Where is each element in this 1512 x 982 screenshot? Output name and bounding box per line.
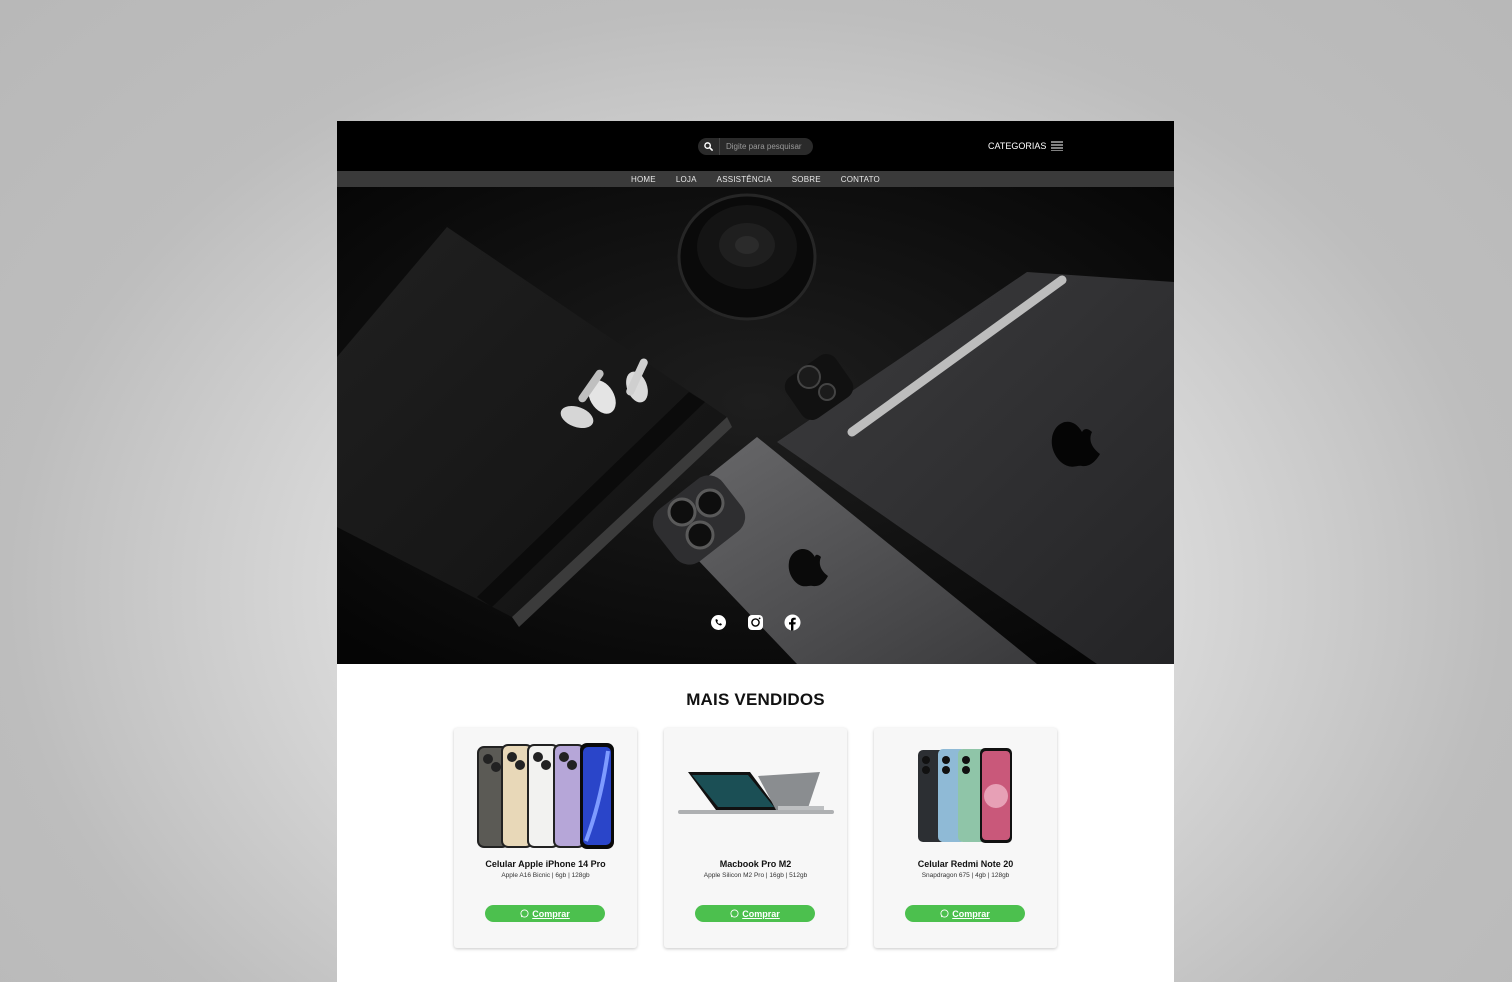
instagram-link[interactable]: [747, 614, 764, 631]
search-bar[interactable]: [698, 138, 813, 155]
header: CATEGORIAS: [337, 121, 1174, 171]
instagram-icon: [748, 615, 763, 630]
buy-button[interactable]: Comprar: [485, 905, 605, 922]
main-nav: HOME LOJA ASSISTÊNCIA SOBRE CONTATO: [337, 171, 1174, 187]
nav-assistencia[interactable]: ASSISTÊNCIA: [717, 175, 772, 184]
whatsapp-icon: [730, 909, 739, 918]
website-frame: CATEGORIAS HOME LOJA ASSISTÊNCIA SOBRE C…: [337, 121, 1174, 982]
buy-button-label: Comprar: [742, 908, 780, 919]
facebook-icon: [784, 614, 801, 631]
product-name: Macbook Pro M2: [719, 859, 792, 869]
hero-image: [337, 187, 1174, 664]
best-sellers-title: MAIS VENDIDOS: [686, 690, 825, 709]
whatsapp-icon: [940, 909, 949, 918]
product-image-redmi: [874, 738, 1057, 853]
search-input[interactable]: [720, 142, 808, 151]
hero-banner: [337, 187, 1174, 664]
product-name: Celular Apple iPhone 14 Pro: [485, 859, 606, 869]
product-image-iphone: [454, 738, 637, 853]
whatsapp-link[interactable]: [710, 614, 727, 631]
facebook-link[interactable]: [784, 614, 801, 631]
product-list: Celular Apple iPhone 14 Pro Apple A16 Bi…: [454, 728, 1057, 948]
whatsapp-icon: [711, 615, 726, 630]
product-spec: Snapdragon 675 | 4gb | 128gb: [921, 872, 1010, 879]
social-links: [710, 614, 801, 631]
whatsapp-icon: [520, 909, 529, 918]
categories-label: CATEGORIAS: [988, 141, 1047, 151]
buy-button-label: Comprar: [532, 908, 570, 919]
buy-button[interactable]: Comprar: [695, 905, 815, 922]
nav-home[interactable]: HOME: [631, 175, 656, 184]
product-card: Celular Redmi Note 20 Snapdragon 675 | 4…: [874, 728, 1057, 948]
search-icon: [704, 142, 713, 151]
hamburger-menu-icon: [1051, 141, 1064, 151]
nav-loja[interactable]: LOJA: [676, 175, 697, 184]
product-spec: Apple A16 Bicnic | 6gb | 128gb: [501, 872, 590, 879]
nav-contato[interactable]: CONTATO: [841, 175, 880, 184]
product-card: Macbook Pro M2 Apple Silicon M2 Pro | 16…: [664, 728, 847, 948]
buy-button[interactable]: Comprar: [905, 905, 1025, 922]
product-image-macbook: [664, 738, 847, 853]
product-spec: Apple Silicon M2 Pro | 16gb | 512gb: [703, 872, 808, 879]
search-button[interactable]: [698, 138, 720, 155]
product-name: Celular Redmi Note 20: [917, 859, 1014, 869]
categories-menu-button[interactable]: CATEGORIAS: [988, 139, 1064, 153]
buy-button-label: Comprar: [952, 908, 990, 919]
nav-sobre[interactable]: SOBRE: [792, 175, 821, 184]
product-card: Celular Apple iPhone 14 Pro Apple A16 Bi…: [454, 728, 637, 948]
